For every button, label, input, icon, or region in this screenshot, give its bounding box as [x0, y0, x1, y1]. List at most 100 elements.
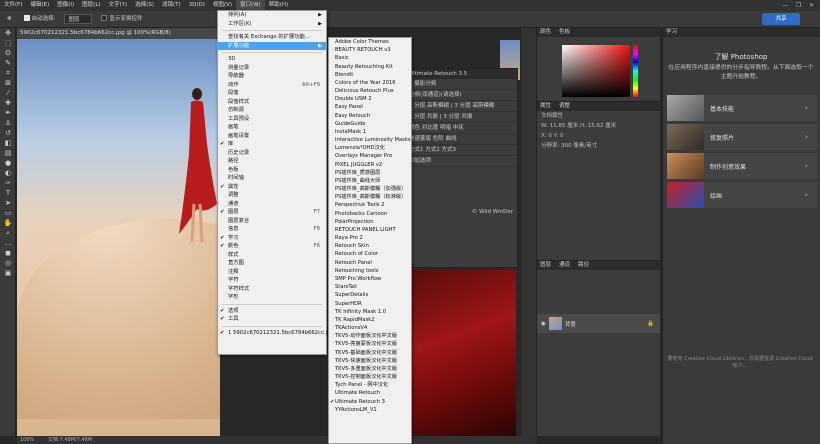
ur-row[interactable]: 2 分层 高斯模糊 | 3 分层 高斯模糊 [406, 101, 517, 112]
extension-item[interactable]: Ultimate Retouch [329, 389, 411, 397]
menu-image[interactable]: 图像(I) [53, 0, 78, 11]
extension-item[interactable]: Retouch of Color [329, 250, 411, 258]
learn-card-basics[interactable]: 基本技能 › [667, 95, 817, 121]
menu-item[interactable]: ✔ 工具 [218, 315, 326, 324]
ur-row[interactable]: 方式1 方式2 方式3 [406, 145, 517, 156]
extension-item[interactable]: TKV5-亮度蒙板汉化中文版 [329, 340, 411, 348]
extension-item[interactable]: StarsTail [329, 283, 411, 291]
menu-item[interactable]: 测量记录 [218, 64, 326, 73]
menu-item[interactable]: 色板 [218, 166, 326, 175]
extension-item[interactable]: Easy Retouch [329, 112, 411, 120]
learn-card-fix-photos[interactable]: 修复照片 › [667, 124, 817, 150]
history-brush-icon[interactable]: ↺ [0, 128, 16, 138]
menu-item[interactable]: 字符 [218, 276, 326, 285]
menu-item[interactable]: 工具预设 [218, 115, 326, 124]
menu-item[interactable]: ✔ 库 [218, 140, 326, 149]
menu-filter[interactable]: 滤镜(T) [158, 0, 185, 11]
tab-adjustments[interactable]: 调整 [559, 102, 570, 111]
menu-file[interactable]: 文件(F) [0, 0, 26, 11]
menu-select[interactable]: 选择(S) [131, 0, 158, 11]
menu-item[interactable]: 信息 F8 [218, 225, 326, 234]
tab-channels[interactable]: 通道 [559, 261, 570, 270]
menu-item[interactable]: ✔ 图层 F7 [218, 208, 326, 217]
gradient-tool-icon[interactable]: ▤ [0, 148, 16, 158]
menu-item[interactable]: 直方图 [218, 259, 326, 268]
menu-item[interactable]: 字形 [218, 293, 326, 302]
menu-item[interactable]: 仿制源 [218, 106, 326, 115]
menu-type[interactable]: 文字(Y) [105, 0, 132, 11]
hue-slider[interactable] [633, 45, 638, 97]
menu-item[interactable]: ✔ 学习 [218, 234, 326, 243]
zoom-tool-icon[interactable]: ⌕ [0, 228, 16, 238]
extension-item[interactable]: Retouch Skin [329, 242, 411, 250]
extension-item[interactable]: Beauty Retouching Kit [329, 63, 411, 71]
extension-item[interactable]: Overlays Manager Pro [329, 152, 411, 160]
extension-item[interactable]: Lumenzia*OHD汉化 [329, 144, 411, 152]
menu-item[interactable]: 段落 [218, 89, 326, 98]
brush-tool-icon[interactable]: ✒ [0, 108, 16, 118]
menu-item[interactable]: 路径 [218, 157, 326, 166]
close-button[interactable]: ✕ [805, 0, 818, 11]
menu-edit[interactable]: 编辑(E) [26, 0, 53, 11]
menu-item[interactable]: 时间轴 [218, 174, 326, 183]
menu-item[interactable]: ✔ 颜色 F6 [218, 242, 326, 251]
menu-item[interactable]: ✔ 1 5902c670212321.5bc6784b662cc.jpg [218, 329, 334, 338]
type-tool-icon[interactable]: T [0, 188, 16, 198]
extension-item[interactable]: Delicious Retouch Plus [329, 87, 411, 95]
move-tool-icon[interactable]: ✥ [0, 28, 16, 38]
color-picker-field[interactable] [562, 45, 630, 97]
extension-item[interactable]: PS插件库_质感图层 [329, 169, 411, 177]
extension-item[interactable]: TKV5-基础面板汉化中文版 [329, 349, 411, 357]
auto-select-checkbox[interactable]: 自动选择: [21, 14, 59, 25]
extension-item[interactable]: TK RapidMask2 [329, 316, 411, 324]
menu-item[interactable]: 工作区(K) ▶ [218, 20, 326, 29]
ur-row[interactable]: 2 分层 共振 | 3 分层 共振 [406, 112, 517, 123]
share-button[interactable]: 共享 [762, 13, 800, 25]
learn-card-painting[interactable]: 绘画 › [667, 182, 817, 208]
extension-item[interactable]: TKActionsV4 [329, 324, 411, 332]
extension-item[interactable]: Tych Panel - 网中汉化 [329, 381, 411, 389]
extension-item[interactable]: SuperDetails [329, 291, 411, 299]
ur-row[interactable]: 调色 对比度 明暗 中灰 [406, 123, 517, 134]
learn-card-creative[interactable]: 制作创意效果 › [667, 153, 817, 179]
extension-item[interactable]: GuideGuide [329, 120, 411, 128]
menu-item[interactable]: 注释 [218, 268, 326, 277]
tab-learn[interactable]: 学习 [666, 28, 677, 37]
image-canvas[interactable] [17, 39, 220, 436]
extension-item[interactable]: TK Infinity Mask 1.0 [329, 308, 411, 316]
shape-tool-icon[interactable]: ▭ [0, 208, 16, 218]
pen-tool-icon[interactable]: ✑ [0, 178, 16, 188]
ur-row[interactable]: 分频(双通道)(请选择) [406, 90, 517, 101]
extension-item[interactable]: ✔ Ultimate Retouch 3 [329, 398, 411, 406]
extension-item[interactable]: Interactive Luminosity Masks [329, 136, 411, 144]
extension-item[interactable]: SuperHDR [329, 300, 411, 308]
tab-layers[interactable]: 图层 [540, 261, 551, 270]
quick-mask-icon[interactable]: ◎ [0, 258, 16, 268]
show-transform-checkbox[interactable]: 显示变换控件 [98, 14, 145, 25]
menu-item[interactable]: 样式 [218, 251, 326, 260]
minimize-button[interactable]: — [779, 0, 792, 11]
extension-item[interactable]: YYActionsLM_V1 [329, 406, 411, 414]
extension-item[interactable]: BEAUTY RETOUCH v3 [329, 46, 411, 54]
eyedropper-tool-icon[interactable]: ⁄ [0, 88, 16, 98]
menu-layer[interactable]: 图层(L) [78, 0, 104, 11]
extension-item[interactable]: TKV5-多重面板汉化中文版 [329, 365, 411, 373]
marquee-tool-icon[interactable]: ⬚ [0, 38, 16, 48]
healing-tool-icon[interactable]: ✚ [0, 98, 16, 108]
extension-item[interactable]: PS插件库_曲线大师 [329, 177, 411, 185]
extension-item[interactable]: Adobe Color Themes [329, 38, 411, 46]
menu-item[interactable]: 画笔设置 [218, 132, 326, 141]
extension-item[interactable]: PS插件库_高斯模糊（加强版） [329, 185, 411, 193]
zoom-level[interactable]: 100% [20, 437, 34, 443]
menu-item[interactable]: ✔ 属性 [218, 183, 326, 192]
auto-select-dropdown[interactable]: 图层 [64, 14, 93, 24]
quick-select-tool-icon[interactable]: ✎ [0, 58, 16, 68]
menu-item[interactable]: 历史记录 [218, 149, 326, 158]
tab-color[interactable]: 颜色 [540, 28, 551, 37]
layer-row[interactable]: ◉ 背景 🔒 [537, 314, 660, 333]
extension-item[interactable]: Retouching tools [329, 267, 411, 275]
extension-item[interactable]: Blendit [329, 71, 411, 79]
menu-3d[interactable]: 3D(D) [185, 0, 209, 11]
stamp-tool-icon[interactable]: ♙ [0, 118, 16, 128]
extension-item[interactable]: Double USM 2 [329, 95, 411, 103]
